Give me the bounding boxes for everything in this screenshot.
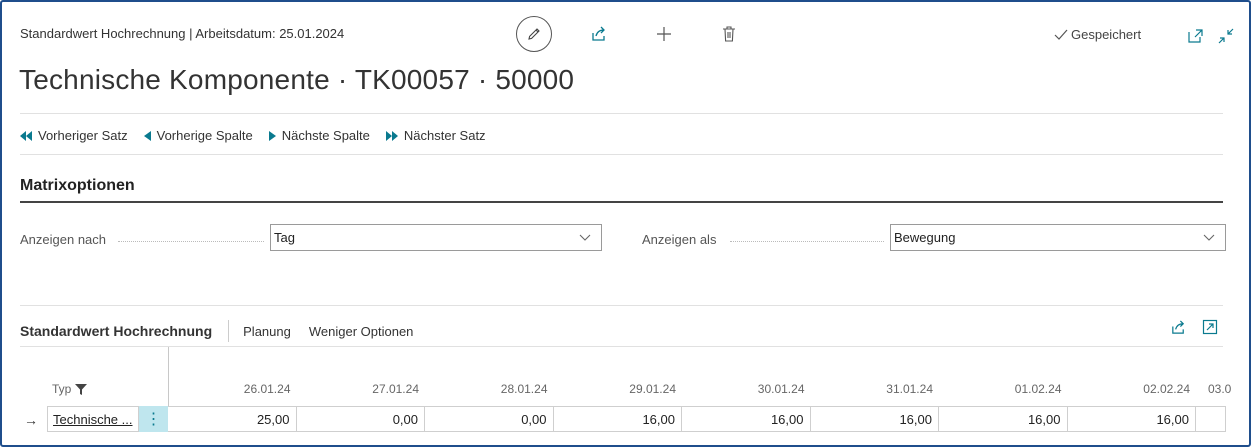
table-cell[interactable]: 16,00 [682, 406, 811, 432]
collapse-button[interactable] [1216, 26, 1236, 46]
view-by-value: Tag [274, 230, 295, 245]
save-status-label: Gespeichert [1071, 27, 1142, 42]
fewer-options-action[interactable]: Weniger Optionen [309, 324, 414, 339]
next-record-button[interactable]: Nächster Satz [385, 128, 486, 143]
subpage-share-button[interactable] [1169, 318, 1187, 336]
next-column-button[interactable]: Nächste Spalte [268, 128, 370, 143]
record-navigation: Vorheriger Satz Vorherige Spalte Nächste… [20, 128, 502, 143]
column-header-date[interactable]: 27.01.24 [297, 382, 419, 396]
freeze-pane-divider [168, 347, 169, 407]
previous-column-label: Vorherige Spalte [156, 128, 253, 143]
typ-link[interactable]: Technische ... [53, 412, 133, 427]
new-button[interactable] [654, 24, 674, 44]
view-by-leader [118, 241, 264, 242]
expand-icon [1202, 319, 1218, 335]
chevron-down-icon [1203, 234, 1215, 241]
grid-top-border [20, 346, 1223, 347]
typ-cell[interactable]: Technische ... [47, 406, 139, 432]
subpage-header: Standardwert Hochrechnung Planung Wenige… [20, 320, 431, 342]
subpage-expand-button[interactable] [1201, 318, 1219, 336]
delete-icon [723, 26, 735, 42]
matrix-options-rule [20, 201, 1223, 203]
table-cell[interactable]: 0,00 [296, 406, 425, 432]
column-header-date[interactable]: 01.02.24 [939, 382, 1062, 396]
view-as-value: Bewegung [894, 230, 956, 245]
delete-button[interactable] [719, 24, 739, 44]
table-cell[interactable]: 0,00 [425, 406, 554, 432]
share-icon [1171, 319, 1184, 334]
edit-button[interactable] [516, 16, 552, 52]
page-frame: Standardwert Hochrechnung | Arbeitsdatum… [0, 0, 1251, 447]
save-status: Gespeichert [1054, 27, 1141, 42]
previous-record-label: Vorheriger Satz [38, 128, 128, 143]
previous-column-button[interactable]: Vorherige Spalte [143, 128, 253, 143]
page-caption: Standardwert Hochrechnung | Arbeitsdatum… [20, 26, 345, 41]
table-cell[interactable] [1196, 406, 1226, 432]
table-cell[interactable]: 16,00 [810, 406, 939, 432]
last-icon [385, 130, 398, 141]
column-header-date[interactable]: 30.01.24 [682, 382, 805, 396]
open-new-window-button[interactable] [1185, 26, 1205, 46]
view-by-select[interactable]: Tag [270, 224, 602, 251]
column-header-typ-label: Typ [52, 382, 72, 396]
view-by-label: Anzeigen nach [20, 232, 107, 247]
view-as-leader [730, 241, 884, 242]
column-header-date[interactable]: 28.01.24 [425, 382, 548, 396]
table-cell[interactable]: 16,00 [939, 406, 1068, 432]
previous-icon [143, 130, 151, 141]
edit-icon [528, 28, 540, 40]
nav-divider [20, 154, 1223, 155]
checkmark-icon [1054, 29, 1068, 40]
next-column-label: Nächste Spalte [281, 128, 370, 143]
filter-icon [75, 383, 88, 395]
share-button[interactable] [589, 24, 609, 44]
header-divider [20, 113, 1223, 114]
column-header-date[interactable]: 26.01.24 [168, 382, 291, 396]
subpage-separator [228, 320, 230, 342]
table-cell[interactable]: 25,00 [168, 406, 297, 432]
plus-icon [657, 27, 671, 41]
next-record-label: Nächster Satz [403, 128, 486, 143]
column-header-date[interactable]: 31.01.24 [811, 382, 933, 396]
column-header-date[interactable]: 29.01.24 [554, 382, 676, 396]
collapse-icon [1218, 28, 1234, 44]
previous-record-button[interactable]: Vorheriger Satz [20, 128, 128, 143]
table-cell[interactable]: 16,00 [553, 406, 682, 432]
next-icon [268, 130, 276, 141]
column-header-date[interactable]: 03.0 [1208, 382, 1238, 396]
first-icon [20, 130, 32, 141]
share-icon [592, 26, 605, 41]
matrix-options-title: Matrixoptionen [20, 177, 135, 194]
view-as-select[interactable]: Bewegung [890, 224, 1226, 251]
table-cell[interactable]: 16,00 [1067, 406, 1196, 432]
subpage-title[interactable]: Standardwert Hochrechnung [20, 323, 212, 339]
chevron-down-icon [579, 234, 591, 241]
arrow-right-icon: → [24, 412, 38, 428]
column-header-typ[interactable]: Typ [52, 382, 88, 396]
subpage-divider [20, 305, 1223, 306]
view-as-label: Anzeigen als [642, 232, 717, 247]
more-options-icon[interactable]: ⋮ [139, 406, 168, 432]
open-new-window-icon [1188, 29, 1203, 43]
column-header-date[interactable]: 02.02.24 [1068, 382, 1190, 396]
planning-action[interactable]: Planung [243, 324, 291, 339]
page-title: Technische Komponente · TK00057 · 50000 [19, 64, 575, 95]
